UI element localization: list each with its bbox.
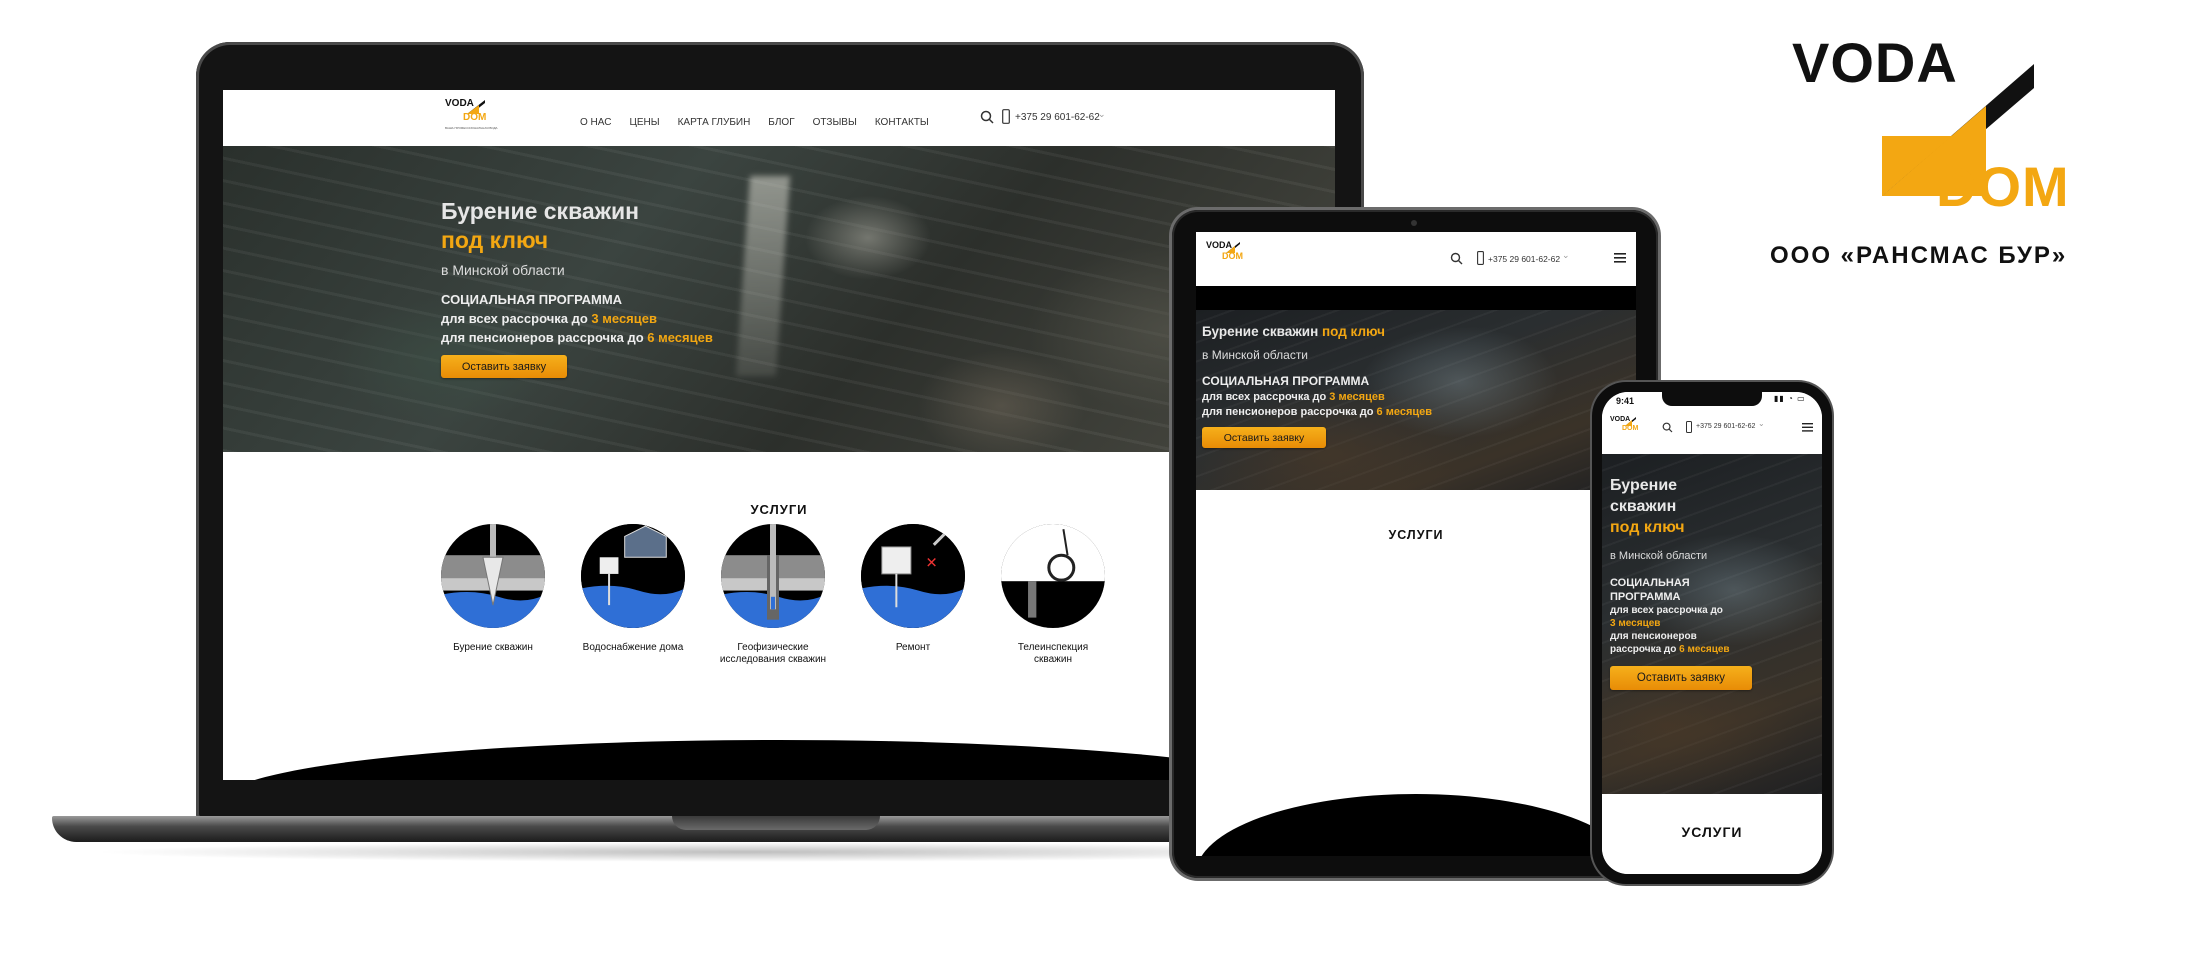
tablet-hero: Бурение скважин под ключ в Минской облас… [1196, 310, 1636, 490]
program-line2: для пенсионеров [1610, 630, 1697, 642]
phone-hero: Бурение скважин под ключ в Минской облас… [1602, 454, 1822, 794]
program-line2-value: 6 месяцев [1376, 406, 1433, 418]
phone-icon [1686, 421, 1692, 433]
program-line2-value: 6 месяцев [1679, 643, 1730, 655]
chevron-down-icon[interactable]: ⌄ [1562, 250, 1570, 261]
tablet-camera [1411, 220, 1417, 226]
program-title: СОЦИАЛЬНАЯ [1610, 577, 1690, 590]
program-line1: для всех рассрочка до [1202, 391, 1327, 403]
logo-dom: DOM [1622, 425, 1639, 432]
hamburger-icon[interactable] [1614, 253, 1626, 263]
hero-title-line2: скважин [1610, 497, 1677, 515]
program-line1-value: 3 месяцев [1329, 391, 1385, 403]
phone-notch [1662, 392, 1762, 406]
logo-dom: DOM [1222, 251, 1243, 261]
program-title-line2: ПРОГРАММА [1610, 590, 1681, 603]
cta-button[interactable]: Оставить заявку [1610, 665, 1752, 690]
program-line2-b: рассрочка до [1610, 643, 1677, 655]
header-phone[interactable]: +375 29 601-62-62 [1488, 254, 1560, 264]
hamburger-icon[interactable] [1802, 423, 1813, 432]
program-line2: для пенсионеров рассрочка до [1202, 406, 1374, 418]
header-phone[interactable]: +375 29 601-62-62 [1696, 423, 1755, 430]
hero-title: Бурение скважин [1202, 324, 1319, 339]
cta-button[interactable]: Оставить заявку [1202, 427, 1326, 448]
phone-header: 9:41 ▮▮ ◔ ▭ VODA DOM +375 29 601-62-62 ⌄ [1602, 392, 1822, 454]
brand-logo-dom: DOM [1936, 155, 2070, 218]
phone-screen: 9:41 ▮▮ ◔ ▭ VODA DOM +375 29 601-62-62 ⌄… [1602, 392, 1822, 874]
section-divider-arc [1196, 794, 1636, 856]
signal-battery-icon: ▮▮ ◔ ▭ [1774, 394, 1806, 403]
services-title: УСЛУГИ [1388, 528, 1444, 542]
search-icon[interactable] [1662, 422, 1673, 433]
brand-block: VODA DOM ООО «РАНСМАС БУР» [1760, 20, 2140, 280]
phone-hero-content: Бурение скважин под ключ в Минской облас… [1610, 476, 1820, 690]
chevron-down-icon[interactable]: ⌄ [1758, 419, 1765, 428]
chevron-down-icon[interactable]: ⌄ [1098, 109, 1106, 120]
status-time: 9:41 [1616, 396, 1635, 406]
phone-icon [1477, 251, 1484, 265]
program-title: СОЦИАЛЬНАЯ ПРОГРАММА [1202, 374, 1370, 388]
tablet-screen: VODA DOM +375 29 601-62-62 ⌄ Бурение скв… [1196, 232, 1636, 856]
company-name: ООО «РАНСМАС БУР» [1770, 242, 2068, 269]
tablet-header-band [1196, 286, 1636, 310]
search-icon[interactable] [1450, 252, 1463, 265]
program-line1: для всех рассрочка до [1610, 604, 1723, 616]
phone-services: УСЛУГИ [1602, 794, 1822, 874]
hero-title: Бурение [1610, 477, 1678, 494]
tablet-hero-content: Бурение скважин под ключ в Минской облас… [1202, 324, 1632, 448]
hero-region: в Минской области [1202, 348, 1309, 362]
tablet-services: УСЛУГИ [1196, 490, 1636, 856]
services-title: УСЛУГИ [1681, 824, 1743, 840]
hero-title-accent: под ключ [1322, 324, 1385, 339]
tablet-header: VODA DOM +375 29 601-62-62 ⌄ [1196, 232, 1636, 286]
hero-title-accent: под ключ [1610, 518, 1685, 536]
hero-region: в Минской области [1610, 550, 1708, 563]
program-line1-value: 3 месяцев [1610, 617, 1661, 629]
